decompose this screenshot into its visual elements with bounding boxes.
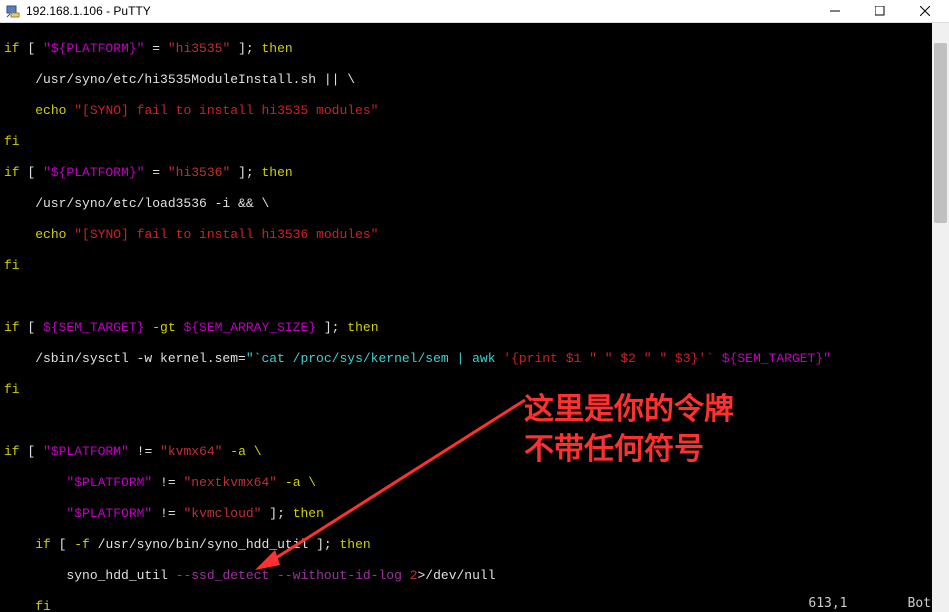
- scrollbar-thumb[interactable]: [934, 43, 947, 223]
- window-title: 192.168.1.106 - PuTTY: [26, 4, 812, 18]
- minimize-button[interactable]: [812, 0, 857, 23]
- scroll-position: Bot: [908, 596, 931, 611]
- window-controls: [812, 0, 947, 23]
- string: "[SYNO] fail to install hi3535 modules": [74, 103, 378, 118]
- keyword-if: if: [4, 41, 20, 56]
- keyword-fi: fi: [4, 134, 20, 149]
- window-titlebar: 192.168.1.106 - PuTTY: [0, 0, 949, 23]
- maximize-button[interactable]: [857, 0, 902, 23]
- string: "hi3535": [168, 41, 230, 56]
- vim-status-line: 613,1 Bot: [808, 596, 931, 611]
- terminal-output[interactable]: if [ "${PLATFORM}" = "hi3535" ]; then /u…: [0, 23, 949, 612]
- scrollbar[interactable]: [932, 23, 949, 612]
- cursor-position: 613,1: [808, 596, 847, 611]
- putty-icon: [6, 4, 20, 18]
- close-button[interactable]: [902, 0, 947, 23]
- variable: "${PLATFORM}": [43, 41, 144, 56]
